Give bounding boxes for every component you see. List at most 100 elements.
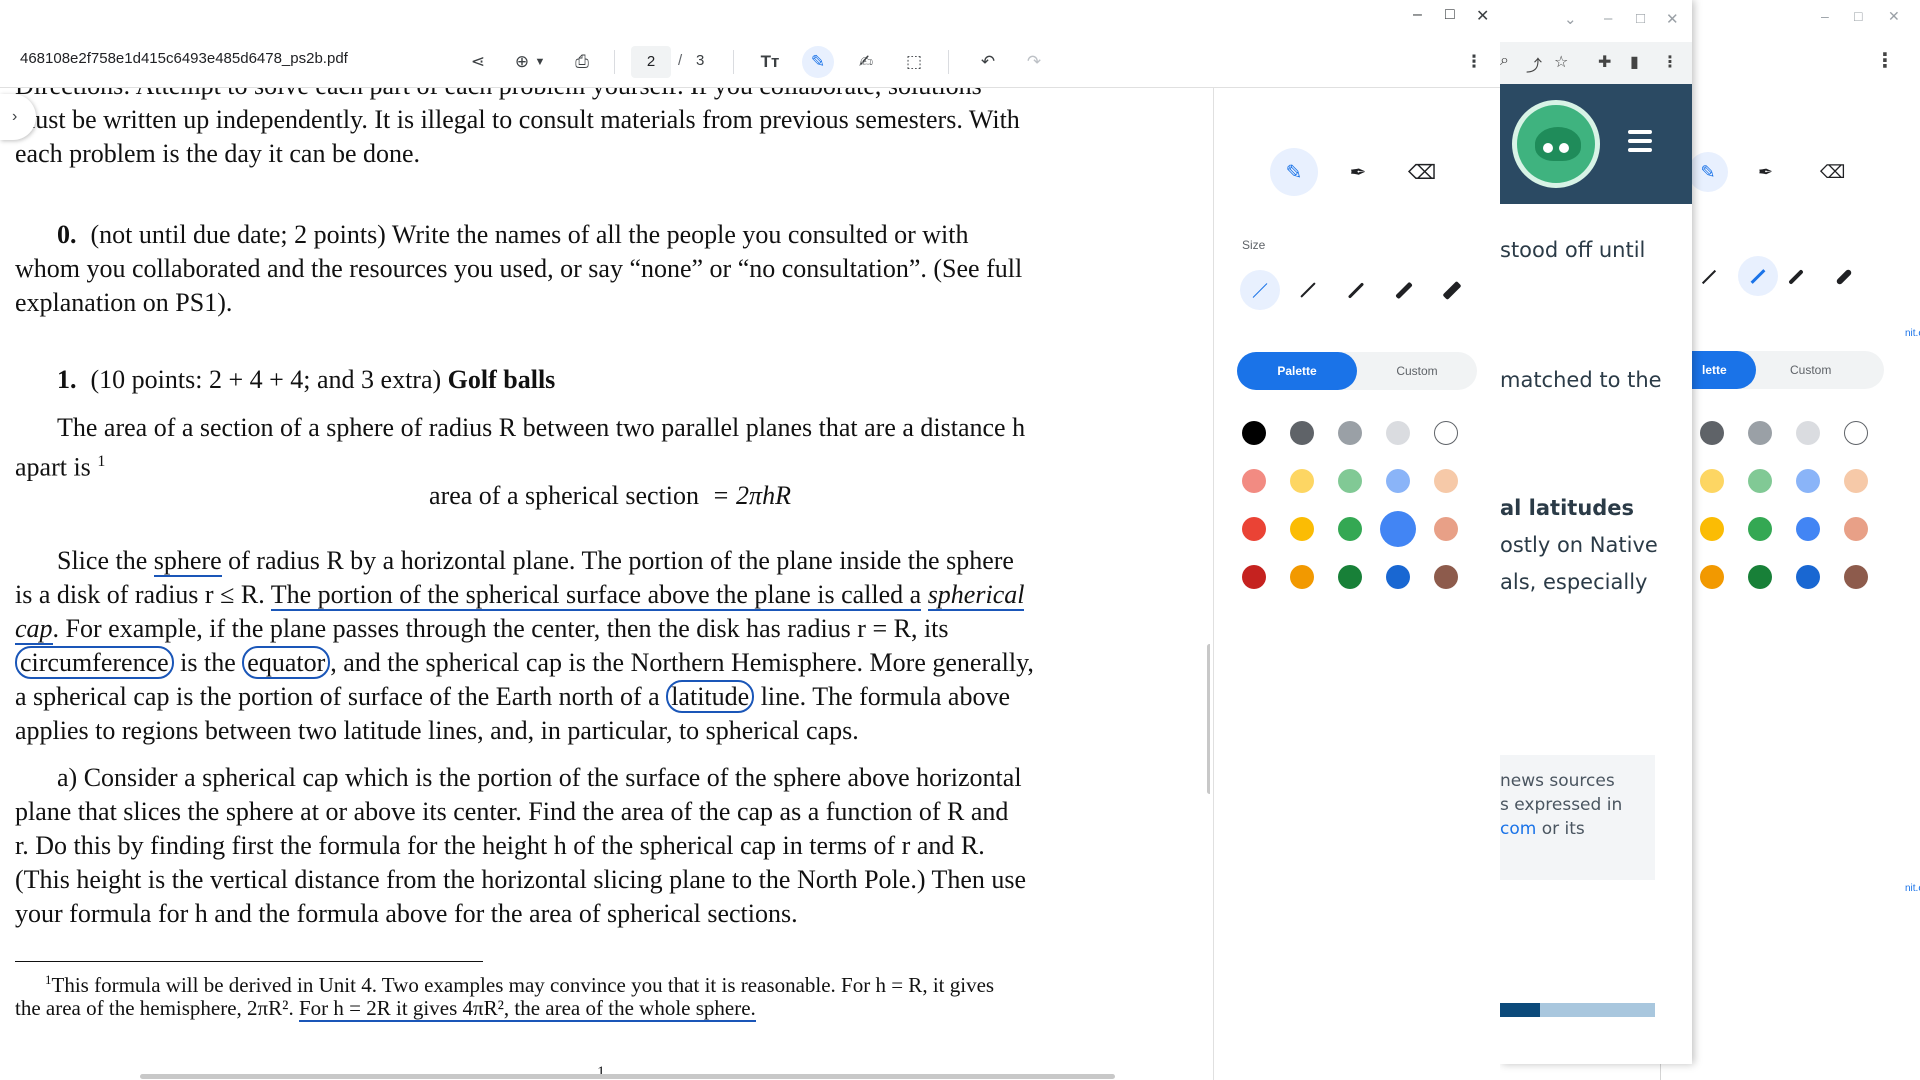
more-options-icon[interactable]: ⋮ [1875,48,1895,73]
custom-tab[interactable]: Custom [1790,351,1831,389]
color-swatch[interactable] [1434,469,1458,493]
size-option[interactable] [1384,270,1424,310]
article-text: als, especially [1500,570,1648,594]
signature-icon[interactable]: ✍ [850,46,882,78]
color-swatch[interactable] [1290,565,1314,589]
color-swatch[interactable] [1748,469,1772,493]
color-swatch[interactable] [1242,421,1266,445]
maximize-icon[interactable]: □ [1854,8,1862,24]
annotation-underline: The portion of the spherical surface abo… [270,580,922,611]
color-swatch[interactable] [1290,421,1314,445]
annotation-underline: sphere [153,546,222,577]
color-swatch[interactable] [1700,565,1724,589]
footnote-text: the area of the hemisphere, 2πR². For h … [15,996,756,1022]
palette-tab[interactable]: lette [1690,351,1756,389]
zoom-icon[interactable]: ⌕ [1500,52,1509,70]
color-swatch[interactable] [1242,469,1266,493]
color-swatch[interactable] [1290,517,1314,541]
star-icon[interactable]: ☆ [1554,52,1568,72]
color-swatch[interactable] [1242,565,1266,589]
eraser-icon[interactable]: ⌫ [1398,148,1446,196]
color-swatch[interactable] [1386,421,1410,445]
color-swatch[interactable] [1844,517,1868,541]
size-option[interactable] [1432,270,1472,310]
color-swatch[interactable] [1290,469,1314,493]
color-swatch[interactable] [1844,565,1868,589]
close-icon[interactable]: ✕ [1666,10,1679,28]
more-options-icon[interactable]: ⋮ [1662,52,1678,72]
vertical-scrollbar[interactable] [1207,644,1210,794]
extensions-icon[interactable]: ✚ [1598,52,1611,72]
color-swatch[interactable] [1844,421,1868,445]
color-swatch[interactable] [1434,517,1458,541]
size-option[interactable] [1738,256,1778,296]
color-swatch[interactable] [1796,469,1820,493]
undo-icon[interactable]: ↶ [972,46,1004,78]
color-swatch[interactable] [1386,565,1410,589]
color-swatch[interactable] [1338,469,1362,493]
maximize-icon[interactable]: □ [1636,10,1645,27]
highlighter-icon[interactable]: ✒ [1334,148,1382,196]
size-option[interactable] [1336,270,1376,310]
frog-icon [1535,127,1581,161]
palette-tab[interactable]: Palette [1237,352,1357,390]
size-option[interactable] [1240,270,1280,310]
chevron-down-icon[interactable]: ⌄ [1564,10,1577,28]
print-icon[interactable]: ⎙ [566,46,598,78]
page-number-input[interactable]: 2 [631,46,671,78]
eraser-icon[interactable]: ⌫ [1820,152,1845,192]
color-swatch[interactable] [1748,421,1772,445]
color-swatch[interactable] [1338,517,1362,541]
file-name: 468108e2f758e1d415c6493e485d6478_ps2b.pd… [20,50,348,67]
minimize-icon[interactable]: – [1821,8,1829,24]
color-swatch[interactable] [1700,517,1724,541]
color-swatch[interactable] [1386,469,1410,493]
color-swatch[interactable] [1700,469,1724,493]
site-logo[interactable] [1512,100,1600,188]
minimize-icon[interactable]: – [1604,10,1612,27]
color-swatch[interactable] [1242,517,1266,541]
problem-1-text: The area of a section of a sphere of rad… [57,413,1026,442]
custom-tab[interactable]: Custom [1357,352,1477,390]
page-separator: / [678,52,683,69]
close-icon[interactable]: ✕ [1888,8,1900,25]
color-swatch[interactable] [1748,517,1772,541]
pdf-document[interactable]: › Directions: Attempt to solve each part… [0,88,1210,1080]
color-swatch[interactable] [1796,517,1820,541]
card-link[interactable]: com [1500,819,1536,839]
draw-icon[interactable]: ✎ [802,46,834,78]
zoom-dropdown-icon[interactable]: ▼ [530,46,550,78]
more-options-icon[interactable]: ⋮ [1458,46,1490,78]
select-area-icon[interactable]: ⬚ [898,46,930,78]
color-swatch[interactable] [1338,421,1362,445]
title-bar: – □ ✕ [0,0,1500,36]
slice-text: applies to regions between two latitude … [15,716,859,745]
color-swatch[interactable] [1380,511,1416,547]
minimize-icon[interactable]: – [1413,6,1422,24]
side-panel-icon[interactable]: ▮ [1630,52,1639,72]
highlighter-icon[interactable]: ✒ [1758,152,1773,192]
horizontal-scrollbar[interactable] [140,1074,1115,1079]
color-swatch[interactable] [1700,421,1724,445]
pen-icon[interactable]: ✎ [1270,148,1318,196]
divider [733,50,734,74]
color-swatch[interactable] [1434,565,1458,589]
color-swatch[interactable] [1748,565,1772,589]
color-swatch[interactable] [1338,565,1362,589]
text-size-icon[interactable]: Tт [754,46,786,78]
link-text[interactable]: nit.e [1905,883,1920,894]
color-swatch[interactable] [1434,421,1458,445]
color-swatch[interactable] [1796,421,1820,445]
link-text[interactable]: nit.e [1905,328,1920,339]
color-swatch[interactable] [1844,469,1868,493]
share-icon[interactable]: ⤴ [1526,52,1542,76]
hamburger-menu-icon[interactable] [1628,130,1652,157]
color-swatch[interactable] [1796,565,1820,589]
share-icon[interactable]: ⋖ [462,46,494,78]
redo-icon[interactable]: ↷ [1018,46,1050,78]
maximize-icon[interactable]: □ [1445,6,1455,24]
directions-text: Directions: Attempt to solve each part o… [15,88,1185,103]
size-option[interactable] [1288,270,1328,310]
pen-icon[interactable]: ✎ [1688,152,1728,192]
close-icon[interactable]: ✕ [1476,6,1489,26]
